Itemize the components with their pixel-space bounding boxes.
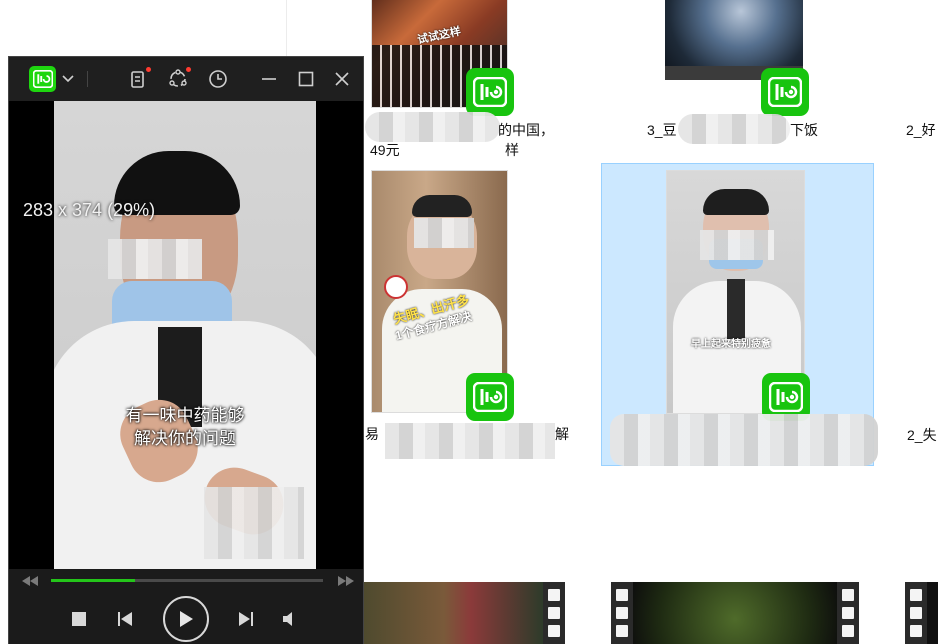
app-badge-icon [466, 373, 514, 421]
divider [87, 71, 88, 87]
dropdown-icon[interactable] [60, 67, 76, 91]
thumbnail-overlay-text: 早上起来特别疲惫 [691, 339, 771, 350]
playlist-icon[interactable] [127, 67, 151, 91]
file-name-line2-prefix: 49元 [370, 142, 400, 158]
file-tile-4[interactable]: 失眠、出汗多 1个食疗方解决 易 解 [365, 165, 585, 465]
stop-icon[interactable] [67, 607, 91, 631]
notification-dot [186, 67, 191, 72]
close-icon[interactable] [332, 67, 352, 91]
blurred-face [700, 230, 774, 260]
rewind-icon[interactable] [17, 571, 43, 591]
file-name-line2-suffix: 样 [505, 142, 519, 158]
video-thumbnail-film[interactable] [905, 582, 938, 644]
progress-bar[interactable] [51, 579, 323, 582]
file-tile-5-selected[interactable]: 早上起来特别疲惫 [601, 163, 878, 466]
blurred-face [108, 239, 202, 279]
fast-forward-icon[interactable] [333, 571, 359, 591]
app-badge-icon [761, 68, 809, 116]
next-icon[interactable] [234, 607, 258, 631]
video-player-window: 有一味中药能够 解决你的问题 283 x 374 (29%) [9, 57, 363, 644]
history-icon[interactable] [207, 67, 229, 91]
play-icon[interactable] [163, 596, 209, 642]
progress-fill [51, 579, 136, 582]
file-name-suffix: 解 [555, 426, 569, 442]
file-name-prefix: 易 [365, 426, 379, 442]
subtitle-line-2: 解决你的问题 [134, 429, 236, 448]
video-thumbnail-film[interactable] [363, 582, 565, 644]
app-badge-icon [466, 68, 514, 116]
app-logo-icon[interactable] [29, 66, 56, 92]
file-name-suffix: 的中国， [498, 122, 554, 138]
file-tile-2[interactable]: 3_豆 下饭 [600, 0, 875, 160]
resolution-label: 283 x 374 (29%) [23, 200, 156, 220]
video-display[interactable]: 有一味中药能够 解决你的问题 283 x 374 (29%) [9, 101, 363, 569]
minimize-icon[interactable] [259, 67, 279, 91]
blurred-region [204, 487, 304, 559]
subtitle-line-1: 有一味中药能够 [125, 406, 245, 425]
screen-share-icon[interactable] [166, 67, 191, 91]
previous-icon[interactable] [113, 607, 137, 631]
file-name-prefix: 3_豆 [647, 122, 677, 138]
file-name-prefix[interactable]: 2_好 [906, 120, 936, 140]
blurred-region [365, 112, 500, 142]
file-name-suffix: 下饭 [790, 122, 818, 138]
file-tile-1[interactable]: 试试这样 的中国， 49元 样 [365, 0, 565, 160]
volume-icon[interactable] [279, 607, 303, 631]
blurred-region [678, 114, 790, 144]
file-name-prefix[interactable]: 2_失 [907, 425, 937, 445]
title-bar[interactable] [9, 57, 363, 101]
video-thumbnail-film[interactable] [611, 582, 859, 644]
maximize-icon[interactable] [296, 67, 316, 91]
notification-dot [146, 67, 151, 72]
blurred-region [385, 423, 555, 459]
blurred-face [414, 218, 474, 248]
divider [286, 0, 287, 60]
playback-controls [9, 569, 363, 644]
video-frame: 有一味中药能够 解决你的问题 [54, 101, 316, 569]
blurred-region [610, 414, 878, 466]
